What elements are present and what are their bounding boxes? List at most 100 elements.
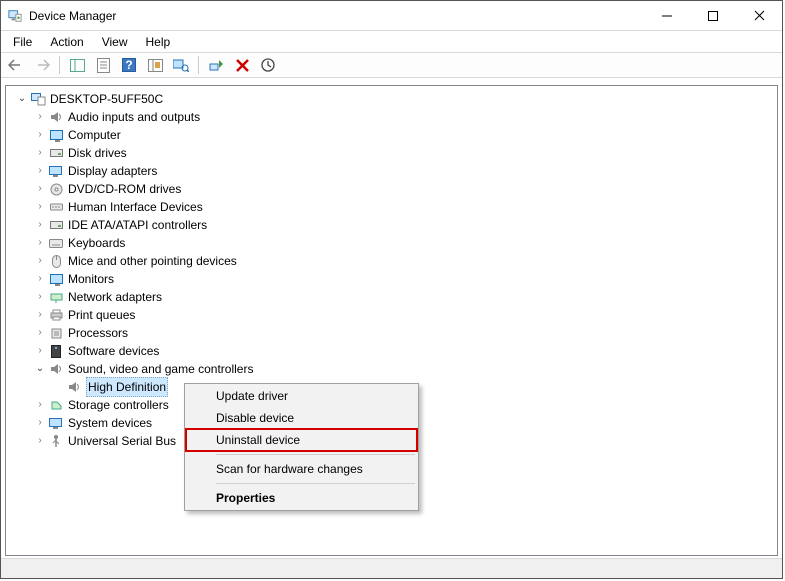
expand-icon[interactable]: › (32, 162, 48, 180)
status-bar (1, 558, 782, 578)
monitor-icon (48, 271, 64, 287)
expand-icon[interactable]: › (32, 126, 48, 144)
expand-icon[interactable]: › (32, 288, 48, 306)
mouse-icon (48, 253, 64, 269)
tree-label: High Definition (86, 377, 168, 397)
tree-label: Mice and other pointing devices (68, 252, 237, 270)
menu-help[interactable]: Help (138, 33, 179, 51)
drive-icon (48, 145, 64, 161)
tree-item-processors[interactable]: › Processors (8, 324, 775, 342)
ctx-disable-device[interactable]: Disable device (186, 407, 417, 429)
computer-icon (30, 91, 46, 107)
disc-icon (48, 181, 64, 197)
update-driver-icon[interactable] (257, 54, 279, 76)
expand-icon[interactable]: › (32, 432, 48, 450)
expand-icon[interactable]: › (32, 270, 48, 288)
expand-icon[interactable]: › (32, 414, 48, 432)
minimize-button[interactable] (644, 1, 690, 30)
tree-item-ide[interactable]: › IDE ATA/ATAPI controllers (8, 216, 775, 234)
expand-icon[interactable]: › (32, 144, 48, 162)
ctx-separator (216, 483, 415, 484)
tree-item-network[interactable]: › Network adapters (8, 288, 775, 306)
expand-icon[interactable]: › (32, 180, 48, 198)
properties-icon[interactable] (92, 54, 114, 76)
ctx-update-driver[interactable]: Update driver (186, 385, 417, 407)
menu-file[interactable]: File (5, 33, 40, 51)
tree-item-keyboards[interactable]: › Keyboards (8, 234, 775, 252)
uninstall-device-icon[interactable] (231, 54, 253, 76)
scan-hardware-icon[interactable] (170, 54, 192, 76)
tree-label: Network adapters (68, 288, 162, 306)
expand-icon[interactable]: › (32, 198, 48, 216)
expand-icon[interactable]: › (32, 342, 48, 360)
root-node[interactable]: ⌄ DESKTOP-5UFF50C (8, 90, 775, 108)
speaker-icon (48, 361, 64, 377)
tree-label: Print queues (68, 306, 135, 324)
tree-item-disk[interactable]: ›Disk drives (8, 144, 775, 162)
controller-icon (48, 217, 64, 233)
expand-icon[interactable]: › (32, 234, 48, 252)
expand-icon[interactable]: › (32, 216, 48, 234)
tree-item-audio[interactable]: ›Audio inputs and outputs (8, 108, 775, 126)
tree-item-sound[interactable]: ⌄ Sound, video and game controllers (8, 360, 775, 378)
tree-item-print[interactable]: › Print queues (8, 306, 775, 324)
forward-button[interactable] (31, 54, 53, 76)
expand-icon[interactable]: › (32, 108, 48, 126)
toolbar-separator (59, 56, 60, 74)
system-icon (48, 415, 64, 431)
toolbar-separator (198, 56, 199, 74)
show-hide-tree-icon[interactable] (66, 54, 88, 76)
ctx-scan-hardware[interactable]: Scan for hardware changes (186, 458, 417, 480)
tree-item-display[interactable]: › Display adapters (8, 162, 775, 180)
expand-icon[interactable]: › (32, 324, 48, 342)
tree-label: Monitors (68, 270, 114, 288)
usb-icon (48, 433, 64, 449)
menu-view[interactable]: View (94, 33, 136, 51)
maximize-button[interactable] (690, 1, 736, 30)
tree-label: Display adapters (68, 162, 157, 180)
tree-item-software[interactable]: › Software devices (8, 342, 775, 360)
menu-action[interactable]: Action (42, 33, 91, 51)
hid-icon (48, 199, 64, 215)
menubar: File Action View Help (1, 31, 782, 52)
printer-icon (48, 307, 64, 323)
device-manager-window: Device Manager File Action View Help ? ⌄ (0, 0, 783, 579)
ctx-separator (216, 454, 415, 455)
toolbar: ? (1, 52, 782, 78)
root-label: DESKTOP-5UFF50C (50, 90, 163, 108)
tree-label: Sound, video and game controllers (68, 360, 253, 378)
enable-device-icon[interactable] (205, 54, 227, 76)
tree-item-monitors[interactable]: › Monitors (8, 270, 775, 288)
action-icon[interactable] (144, 54, 166, 76)
collapse-icon[interactable]: ⌄ (32, 360, 48, 378)
tree-item-dvd[interactable]: ›DVD/CD-ROM drives (8, 180, 775, 198)
context-menu: Update driver Disable device Uninstall d… (184, 383, 419, 511)
tree-label: Processors (68, 324, 128, 342)
network-icon (48, 289, 64, 305)
tree-label: Computer (68, 126, 121, 144)
device-tree[interactable]: ⌄ DESKTOP-5UFF50C ›Audio inputs and outp… (5, 85, 778, 556)
tree-label: Storage controllers (68, 396, 169, 414)
tree-label: Software devices (68, 342, 159, 360)
tree-item-hid[interactable]: ›Human Interface Devices (8, 198, 775, 216)
tree-item-computer[interactable]: › Computer (8, 126, 775, 144)
svg-text:?: ? (125, 58, 132, 72)
titlebar: Device Manager (1, 1, 782, 31)
close-button[interactable] (736, 1, 782, 30)
help-icon[interactable]: ? (118, 54, 140, 76)
cpu-icon (48, 325, 64, 341)
tree-item-mice[interactable]: › Mice and other pointing devices (8, 252, 775, 270)
collapse-icon[interactable]: ⌄ (14, 90, 30, 108)
speaker-icon (66, 379, 82, 395)
tree-label: IDE ATA/ATAPI controllers (68, 216, 207, 234)
monitor-icon (48, 127, 64, 143)
window-title: Device Manager (23, 9, 644, 23)
back-button[interactable] (5, 54, 27, 76)
expand-icon[interactable]: › (32, 252, 48, 270)
tree-label: Keyboards (68, 234, 125, 252)
ctx-uninstall-device[interactable]: Uninstall device (186, 429, 417, 451)
expand-icon[interactable]: › (32, 306, 48, 324)
app-icon (7, 8, 23, 24)
expand-icon[interactable]: › (32, 396, 48, 414)
ctx-properties[interactable]: Properties (186, 487, 417, 509)
